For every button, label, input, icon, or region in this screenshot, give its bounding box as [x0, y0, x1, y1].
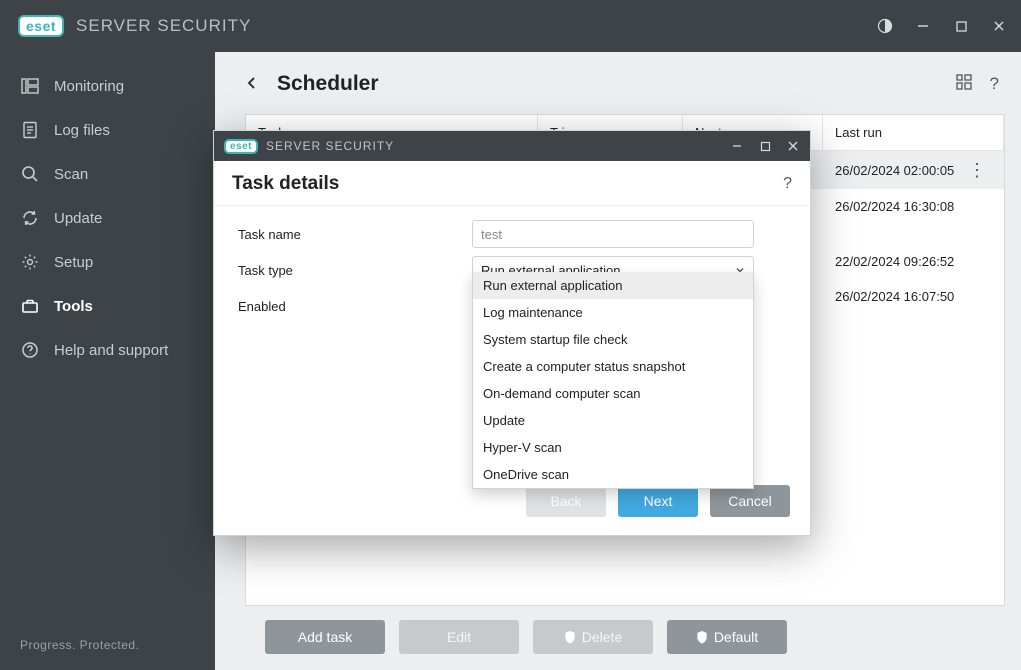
sidebar-item-label: Help and support: [54, 342, 168, 359]
view-grid-icon[interactable]: [956, 74, 972, 94]
minimize-icon[interactable]: [913, 16, 933, 36]
help-icon: [20, 340, 40, 360]
gear-icon: [20, 252, 40, 272]
sidebar-item-label: Log files: [54, 122, 110, 139]
sidebar-item-label: Monitoring: [54, 78, 124, 95]
dropdown-option[interactable]: Run external application: [473, 272, 753, 299]
next-button[interactable]: Next: [618, 485, 698, 517]
cell-last-run: 22/02/2024 09:26:52: [835, 254, 954, 269]
help-icon[interactable]: ?: [990, 74, 999, 94]
task-name-label: Task name: [238, 227, 472, 242]
sidebar-item-update[interactable]: Update: [0, 196, 215, 240]
cancel-button[interactable]: Cancel: [710, 485, 790, 517]
task-type-dropdown: Run external application Log maintenance…: [472, 272, 754, 489]
maximize-icon[interactable]: [951, 16, 971, 36]
default-button[interactable]: Default: [667, 620, 787, 654]
cell-last-run: 26/02/2024 02:00:05: [835, 163, 954, 178]
sidebar-item-setup[interactable]: Setup: [0, 240, 215, 284]
minimize-icon[interactable]: [730, 139, 744, 153]
dialog-title: Task details: [232, 173, 339, 195]
dialog-app-title: SERVER SECURITY: [266, 139, 394, 153]
brand-logo: eset: [18, 15, 64, 37]
sidebar-item-scan[interactable]: Scan: [0, 152, 215, 196]
dropdown-option[interactable]: On-demand computer scan: [473, 380, 753, 407]
sidebar-item-label: Setup: [54, 254, 93, 271]
add-task-button[interactable]: Add task: [265, 620, 385, 654]
app-title: SERVER SECURITY: [76, 16, 251, 36]
shield-icon: [564, 631, 576, 644]
search-icon: [20, 164, 40, 184]
task-details-dialog: eset SERVER SECURITY Task details ? Task…: [213, 130, 811, 536]
edit-button[interactable]: Edit: [399, 620, 519, 654]
contrast-icon[interactable]: [875, 16, 895, 36]
close-icon[interactable]: [786, 139, 800, 153]
logfiles-icon: [20, 120, 40, 140]
cell-last-run: 26/02/2024 16:30:08: [835, 199, 954, 214]
task-type-label: Task type: [238, 263, 472, 278]
shield-icon: [696, 631, 708, 644]
back-button[interactable]: Back: [526, 485, 606, 517]
sidebar-item-label: Update: [54, 210, 102, 227]
tools-icon: [20, 296, 40, 316]
sidebar-item-logfiles[interactable]: Log files: [0, 108, 215, 152]
maximize-icon[interactable]: [758, 139, 772, 153]
dropdown-option[interactable]: OneDrive scan: [473, 461, 753, 488]
dropdown-option[interactable]: System startup file check: [473, 326, 753, 353]
dropdown-option[interactable]: Create a computer status snapshot: [473, 353, 753, 380]
dropdown-option[interactable]: Hyper-V scan: [473, 434, 753, 461]
sidebar-footer: Progress. Protected.: [0, 638, 215, 670]
dropdown-option[interactable]: Update: [473, 407, 753, 434]
sidebar-item-label: Scan: [54, 166, 88, 183]
delete-button[interactable]: Delete: [533, 620, 653, 654]
monitoring-icon: [20, 76, 40, 96]
enabled-label: Enabled: [238, 299, 472, 314]
row-menu-icon[interactable]: ⋮: [968, 161, 992, 179]
dialog-titlebar: eset SERVER SECURITY: [214, 131, 810, 161]
task-name-input[interactable]: [472, 220, 754, 248]
sidebar-item-tools[interactable]: Tools: [0, 284, 215, 328]
dropdown-option[interactable]: Log maintenance: [473, 299, 753, 326]
cell-last-run: 26/02/2024 16:07:50: [835, 289, 954, 304]
window-titlebar: eset SERVER SECURITY: [0, 0, 1021, 52]
column-last-run[interactable]: Last run: [823, 115, 1004, 150]
close-icon[interactable]: [989, 16, 1009, 36]
sidebar-item-help[interactable]: Help and support: [0, 328, 215, 372]
update-icon: [20, 208, 40, 228]
sidebar: Monitoring Log files Scan Update: [0, 52, 215, 670]
back-caret-icon[interactable]: [245, 76, 261, 92]
page-title: Scheduler: [277, 72, 379, 96]
help-icon[interactable]: ?: [783, 175, 792, 193]
sidebar-item-monitoring[interactable]: Monitoring: [0, 64, 215, 108]
sidebar-item-label: Tools: [54, 298, 93, 315]
brand-logo: eset: [224, 139, 258, 154]
